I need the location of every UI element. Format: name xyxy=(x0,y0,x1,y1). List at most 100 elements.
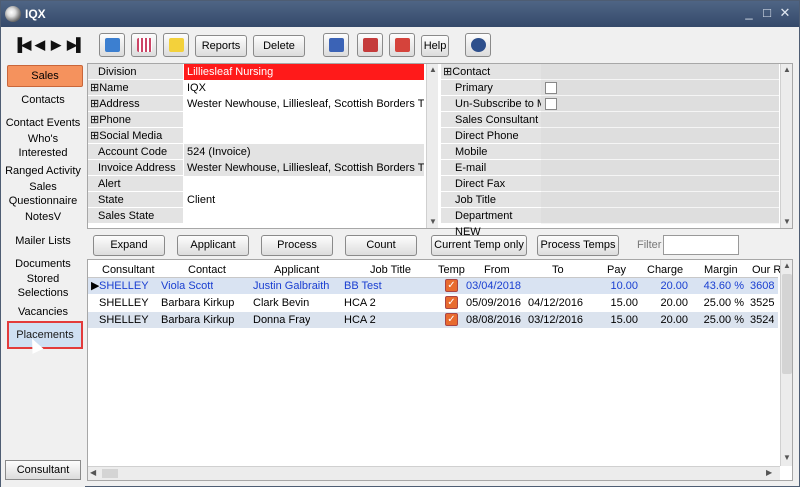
department-field[interactable] xyxy=(541,208,779,224)
reports-button[interactable]: Reports xyxy=(195,35,247,57)
col-temp[interactable]: Temp xyxy=(438,262,465,278)
sidebar-item-placements[interactable]: Placements xyxy=(7,321,83,349)
grid-hscroll-thumb[interactable] xyxy=(102,469,118,478)
sidebar-item-vacancies[interactable]: Vacancies xyxy=(1,305,85,319)
primary-checkbox[interactable] xyxy=(545,82,557,94)
phone-book-icon[interactable] xyxy=(323,33,349,57)
state-field[interactable]: Client xyxy=(184,192,424,208)
first-record-icon[interactable]: ▐◀ xyxy=(13,37,31,53)
maximize-button[interactable]: □ xyxy=(759,5,775,21)
grid-horizontal-scrollbar[interactable]: ◀ ▶ xyxy=(88,466,780,480)
minimize-button[interactable]: _ xyxy=(741,5,757,21)
cell-to: 03/12/2016 xyxy=(528,314,584,326)
address-label[interactable]: ⊞Address xyxy=(88,96,183,112)
mobile-field[interactable] xyxy=(541,144,779,160)
sidebar-item-sales-questionnaire[interactable]: Sales Questionnaire xyxy=(1,180,85,208)
next-record-icon[interactable]: ▶ xyxy=(51,37,61,53)
help-button[interactable]: Help xyxy=(421,35,449,57)
contact-scroll-down-icon[interactable]: ▼ xyxy=(781,216,793,228)
address-field[interactable]: Wester Newhouse, Lilliesleaf, Scottish B… xyxy=(184,96,424,112)
unsubscribe-checkbox[interactable] xyxy=(545,98,557,110)
email-label: E-mail xyxy=(441,160,541,176)
toolbar: ▐◀ ◀ ▶ ▶▌ Reports Delete Help xyxy=(1,27,799,63)
contact-scrollbar[interactable]: ▲ ▼ xyxy=(780,64,792,228)
grid-scroll-left-icon[interactable]: ◀ xyxy=(90,468,96,477)
sidebar-item-whos-interested[interactable]: Who's Interested xyxy=(1,132,85,160)
mail-icon[interactable] xyxy=(357,33,383,57)
cell-margin: 43.60 % xyxy=(703,280,744,292)
contact-label[interactable]: ⊞Contact xyxy=(441,64,541,80)
cell-job-title: HCA 2 xyxy=(344,297,376,309)
sidebar-item-contact-events[interactable]: Contact Events xyxy=(1,116,85,130)
table-row[interactable]: SHELLEY Barbara Kirkup Clark Bevin HCA 2… xyxy=(88,295,778,311)
consultant-button[interactable]: Consultant xyxy=(5,460,81,480)
sidebar-item-mailer-lists[interactable]: Mailer Lists xyxy=(1,234,85,248)
note-icon[interactable] xyxy=(163,33,189,57)
name-field[interactable]: IQX xyxy=(184,80,424,96)
sidebar-item-sales[interactable]: Sales xyxy=(7,65,83,87)
applicant-button[interactable]: Applicant xyxy=(177,235,249,256)
current-temp-only-button[interactable]: Current Temp only xyxy=(431,235,527,256)
filter-input[interactable] xyxy=(663,235,739,255)
direct-phone-field[interactable] xyxy=(541,128,779,144)
grid-scroll-thumb[interactable] xyxy=(782,274,792,374)
cell-from: 08/08/2016 xyxy=(466,314,522,326)
sidebar-item-contacts[interactable]: Contacts xyxy=(1,93,85,107)
contact-scroll-up-icon[interactable]: ▲ xyxy=(781,64,793,76)
col-from[interactable]: From xyxy=(484,262,510,278)
alert-label: Alert xyxy=(88,176,183,192)
sidebar-item-ranged-activity[interactable]: Ranged Activity xyxy=(1,164,85,178)
prev-record-icon[interactable]: ◀ xyxy=(35,37,45,53)
col-margin[interactable]: Margin xyxy=(704,262,738,278)
grid-vertical-scrollbar[interactable]: ▲ ▼ xyxy=(780,260,792,466)
count-button[interactable]: Count xyxy=(345,235,417,256)
name-label[interactable]: ⊞Name xyxy=(88,80,183,96)
temp-checkbox[interactable]: ✓ xyxy=(445,313,458,326)
invoice-address-field[interactable]: Wester Newhouse, Lilliesleaf, Scottish B… xyxy=(184,160,424,176)
grid-scroll-down-icon[interactable]: ▼ xyxy=(781,452,793,464)
sidebar-item-notesv[interactable]: NotesV xyxy=(1,210,85,224)
close-button[interactable]: ✕ xyxy=(777,5,793,21)
col-applicant[interactable]: Applicant xyxy=(274,262,319,278)
process-temps-button[interactable]: Process Temps xyxy=(537,235,619,256)
temp-checkbox[interactable]: ✓ xyxy=(445,296,458,309)
col-consultant[interactable]: Consultant xyxy=(102,262,155,278)
scroll-down-icon[interactable]: ▼ xyxy=(427,216,439,228)
exit-icon[interactable] xyxy=(389,33,415,57)
sales-consultant-field[interactable] xyxy=(541,112,779,128)
col-job-title[interactable]: Job Title xyxy=(370,262,411,278)
division-label: Division xyxy=(88,64,183,80)
details-scrollbar[interactable]: ▲ ▼ xyxy=(426,64,438,228)
social-media-label[interactable]: ⊞Social Media xyxy=(88,128,183,144)
account-code-field[interactable]: 524 (Invoice) xyxy=(184,144,424,160)
grid-scroll-up-icon[interactable]: ▲ xyxy=(781,260,793,272)
scroll-up-icon[interactable]: ▲ xyxy=(427,64,439,76)
temp-checkbox[interactable]: ✓ xyxy=(445,279,458,292)
refresh-icon[interactable] xyxy=(99,33,125,57)
network-icon[interactable] xyxy=(465,33,491,57)
delete-button[interactable]: Delete xyxy=(253,35,305,57)
cell-applicant: Donna Fray xyxy=(253,314,311,326)
table-row[interactable]: SHELLEY Barbara Kirkup Donna Fray HCA 2 … xyxy=(88,312,778,328)
last-record-icon[interactable]: ▶▌ xyxy=(67,37,85,53)
col-pay[interactable]: Pay xyxy=(607,262,626,278)
col-our-ref[interactable]: Our R xyxy=(752,262,781,278)
phone-label[interactable]: ⊞Phone xyxy=(88,112,183,128)
email-field[interactable] xyxy=(541,160,779,176)
direct-fax-field[interactable] xyxy=(541,176,779,192)
table-row[interactable]: ▶ SHELLEY Viola Scott Justin Galbraith B… xyxy=(88,278,778,294)
process-button[interactable]: Process xyxy=(261,235,333,256)
col-contact[interactable]: Contact xyxy=(188,262,226,278)
division-field[interactable]: Lilliesleaf Nursing xyxy=(184,64,424,80)
expand-button[interactable]: Expand xyxy=(93,235,165,256)
sidebar-item-documents[interactable]: Documents xyxy=(1,257,85,271)
contact-field[interactable] xyxy=(541,64,779,80)
grid-view-icon[interactable] xyxy=(131,33,157,57)
grid-scroll-right-icon[interactable]: ▶ xyxy=(766,468,772,477)
job-title-field[interactable] xyxy=(541,192,779,208)
col-to[interactable]: To xyxy=(552,262,564,278)
cell-pay: 15.00 xyxy=(610,314,638,326)
sidebar-item-stored-selections[interactable]: Stored Selections xyxy=(1,272,85,300)
col-charge[interactable]: Charge xyxy=(647,262,683,278)
cell-charge: 20.00 xyxy=(660,314,688,326)
